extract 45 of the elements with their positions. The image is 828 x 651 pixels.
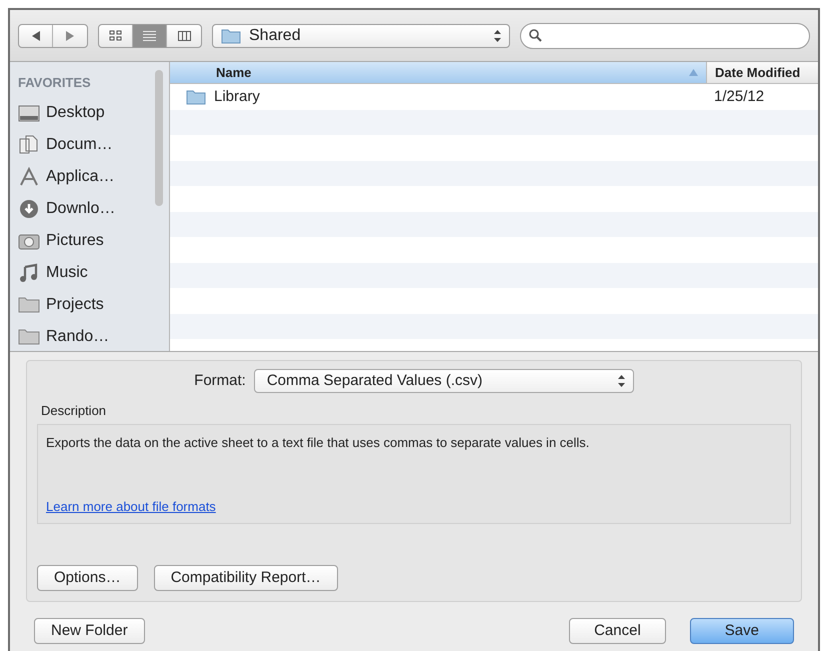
location-dropdown[interactable]: Shared [212,24,510,48]
folder-icon [221,26,243,44]
file-row-date: 1/25/12 [713,86,766,106]
folder-icon [186,88,208,106]
search-field[interactable] [520,22,810,48]
back-forward-control[interactable] [18,24,88,48]
scrollbar-thumb[interactable] [155,70,163,206]
icons-view-icon [109,30,122,42]
options-button[interactable]: Options… [37,565,138,591]
sidebar-item[interactable]: Pictures [18,224,169,256]
format-dropdown[interactable]: Comma Separated Values (.csv) [254,369,634,393]
view-mode-control[interactable] [98,24,202,48]
folder-icon [18,326,40,346]
sort-arrow-icon [689,69,698,76]
folder-icon [18,294,40,314]
description-text: Exports the data on the active sheet to a text file that uses commas to separate values in cells. [46,434,590,452]
sidebar-item[interactable]: Projects [18,288,169,320]
music-note-icon [18,262,40,282]
sidebar-item[interactable]: Docum… [18,128,169,160]
format-label: Format: [194,370,246,391]
sidebar-item[interactable]: Downlo… [18,192,169,224]
sidebar-item[interactable]: Desktop [18,96,169,128]
back-icon [30,30,40,40]
file-row-name[interactable]: Library [170,86,706,108]
column-header[interactable]: Date Modified [706,62,818,83]
cancel-button[interactable]: Cancel [569,618,666,644]
list-view-icon [143,30,156,42]
document-icon [18,134,40,154]
columns-view-icon [178,30,190,42]
forward-icon [65,30,75,40]
sidebar-item[interactable]: Applica… [18,160,169,192]
description-heading: Description [41,402,108,420]
updown-arrows-icon [494,30,501,42]
sidebar-item[interactable]: Rando… [18,320,169,352]
save-button[interactable]: Save [690,618,794,644]
learn-more-link[interactable]: Learn more about file formats [46,497,216,516]
column-header[interactable]: Name [170,62,706,83]
desktop-icon [18,102,40,122]
report-button[interactable]: Compatibility Report… [154,565,338,591]
sidebar-heading: FAVORITES [18,74,92,92]
new-folder-button[interactable]: New Folder [34,618,145,644]
sidebar-item[interactable]: Music [18,256,169,288]
search-icon [529,29,542,42]
updown-arrows-icon [618,375,625,387]
download-icon [18,198,40,218]
